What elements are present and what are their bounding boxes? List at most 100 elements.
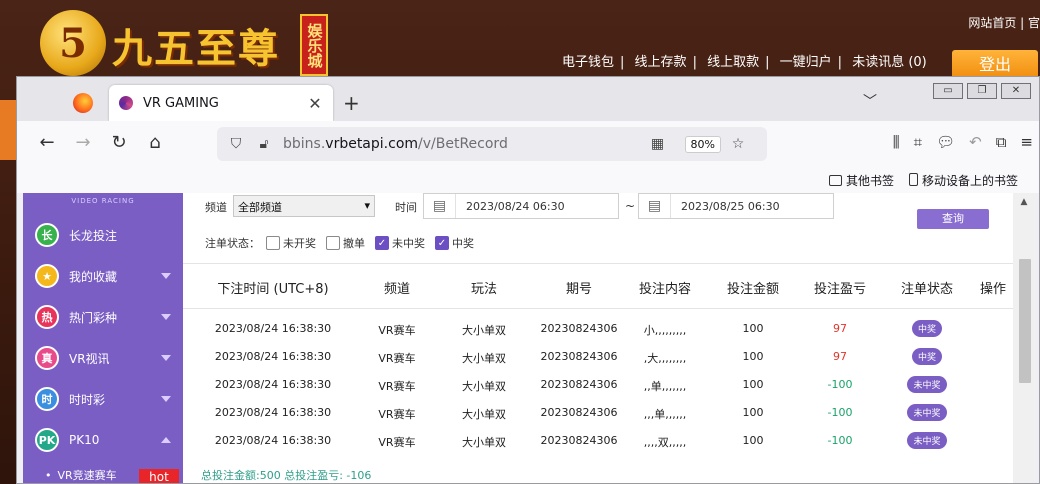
table-header: 下注时间 (UTC+8) 频道 玩法 期号 投注内容 投注金额 投注盈亏 注单状态 操作 bbox=[183, 263, 1013, 309]
chat-icon[interactable]: 💬︎ bbox=[936, 133, 955, 151]
reload-icon[interactable]: ↻ bbox=[107, 132, 131, 153]
list-tabs-icon[interactable]: ﹀ bbox=[863, 91, 877, 111]
query-button[interactable]: 查询 bbox=[917, 209, 989, 229]
cell-issue: 20230824306 bbox=[540, 406, 618, 419]
url-bar[interactable]: ⛉ 🔓︎ bbins.vrbetapi.com/v/BetRecord ▦ 80… bbox=[217, 127, 767, 161]
sidebar-item-label: PK10 bbox=[69, 433, 100, 447]
bet-record-table: 下注时间 (UTC+8) 频道 玩法 期号 投注内容 投注金额 投注盈亏 注单状态 操作 202… bbox=[183, 263, 1013, 483]
tab-vr-gaming[interactable]: VR GAMING ✕ bbox=[109, 85, 333, 121]
zoom-level-badge[interactable]: 80% bbox=[684, 135, 721, 153]
cell-channel: VR赛车 bbox=[378, 380, 416, 393]
sidebar-item-5[interactable]: PK PK10 bbox=[23, 420, 183, 460]
status-checkbox-1[interactable]: 撤单 bbox=[326, 235, 365, 251]
cell-play: 大小单双 bbox=[462, 380, 506, 393]
cell-pnl: -100 bbox=[827, 434, 853, 447]
vertical-scrollbar[interactable]: ▲ bbox=[1013, 193, 1035, 483]
calendar-icon[interactable]: ▤ bbox=[639, 194, 671, 218]
bookmark-mobile[interactable]: 移动设备上的书签 bbox=[909, 172, 1018, 189]
status-cell: 未中奖 bbox=[887, 376, 967, 393]
undo-icon[interactable]: ↶ bbox=[969, 133, 982, 151]
status-checkbox-3[interactable]: ✓ 中奖 bbox=[435, 235, 474, 251]
nav-link-consolidate[interactable]: 一键归户 bbox=[780, 55, 832, 70]
sidebar-item-0[interactable]: 长长龙投注 bbox=[23, 215, 183, 255]
nav-link-wallet[interactable]: 电子钱包 bbox=[562, 55, 614, 70]
minimize-icon[interactable]: ▭ bbox=[933, 83, 963, 99]
cell-play: 大小单双 bbox=[462, 324, 506, 337]
cell-issue: 20230824306 bbox=[540, 322, 618, 335]
qr-code-icon[interactable]: ▦ bbox=[649, 135, 667, 153]
cell-amount: 100 bbox=[742, 378, 764, 391]
page-content: VIDEO RACING 长长龙投注 ★ 我的收藏热热门彩种真 VR视讯时时时彩 PK P… bbox=[23, 193, 1035, 483]
sidebar-item-icon: ★ bbox=[35, 264, 59, 288]
chevron-down-icon[interactable] bbox=[161, 396, 171, 402]
bet-summary: 总投注金额:500 总投注盈亏: -106 bbox=[201, 469, 372, 482]
date-from-field[interactable]: ▤ 2023/08/24 06:30 bbox=[423, 193, 619, 219]
chevron-up-icon[interactable] bbox=[161, 437, 171, 443]
table-row: 2023/08/24 16:38:30 VR赛车 大小单双 20230824306,,… bbox=[183, 371, 1013, 399]
chevron-down-icon[interactable] bbox=[161, 314, 171, 320]
status-badge: 未中奖 bbox=[907, 376, 947, 393]
sidebar-item-1[interactable]: ★ 我的收藏 bbox=[23, 256, 183, 296]
chevron-down-icon[interactable] bbox=[161, 355, 171, 361]
sidebar-item-icon: 真 bbox=[35, 346, 59, 370]
checkbox-empty-icon[interactable] bbox=[266, 236, 280, 250]
filter-panel: 频道 全部频道 时间 ▤ 2023/08/24 06:30 ~ ▤ 2023/0… bbox=[183, 193, 1013, 263]
cell-content: 小,,,,,,,,, bbox=[643, 324, 687, 337]
site-top-links[interactable]: 网站首页 | 官 bbox=[968, 14, 1040, 31]
firefox-icon[interactable] bbox=[73, 93, 93, 113]
extensions-icon[interactable]: ⧉ bbox=[996, 133, 1007, 151]
cell-amount: 100 bbox=[742, 434, 764, 447]
table-row: 2023/08/24 16:38:30 VR赛车 大小单双 20230824306,,… bbox=[183, 399, 1013, 427]
url-text[interactable]: bbins.vrbetapi.com/v/BetRecord bbox=[283, 136, 649, 152]
site-logo-icon: 5 bbox=[40, 10, 106, 76]
cell-pnl: -100 bbox=[827, 378, 853, 391]
checkbox-checked-icon[interactable]: ✓ bbox=[375, 236, 389, 250]
menu-icon[interactable]: ≡ bbox=[1020, 133, 1033, 151]
checkbox-empty-icon[interactable] bbox=[326, 236, 340, 250]
window-close-icon[interactable]: ✕ bbox=[1001, 83, 1031, 99]
status-checkbox-0[interactable]: 未开奖 bbox=[266, 235, 316, 251]
bookmark-star-icon[interactable]: ☆ bbox=[729, 135, 747, 153]
nav-link-withdraw[interactable]: 线上取款 bbox=[707, 55, 759, 70]
maximize-icon[interactable]: ❐ bbox=[967, 83, 997, 99]
sidebar-item-label: 时时彩 bbox=[69, 392, 106, 407]
sidebar-item-icon: 时 bbox=[35, 387, 59, 411]
sidebar-brand: VIDEO RACING bbox=[71, 197, 135, 205]
date-to-value: 2023/08/25 06:30 bbox=[681, 199, 780, 213]
status-cell: 未中奖 bbox=[887, 432, 967, 449]
table-row: 2023/08/24 16:38:30 VR赛车 大小单双 20230824306 小,… bbox=[183, 315, 1013, 343]
cell-time: 2023/08/24 16:38:30 bbox=[214, 406, 332, 419]
sidebar-item-4[interactable]: 时时时彩 bbox=[23, 379, 183, 419]
nav-link-deposit[interactable]: 线上存款 bbox=[635, 55, 687, 70]
browser-window: VR GAMING ✕ + ﹀ ▭ ❐ ✕ ← → ↻ ⌂ ⛉ 🔓︎ bbins… bbox=[16, 76, 1040, 484]
sidebar-item-3[interactable]: 真 VR视讯 bbox=[23, 338, 183, 378]
status-checkbox-2[interactable]: ✓ 未中奖 bbox=[375, 235, 425, 251]
bookmark-other[interactable]: 其他书签 bbox=[829, 172, 894, 189]
folder-icon bbox=[829, 175, 842, 186]
cell-channel: VR赛车 bbox=[378, 436, 416, 449]
date-to-field[interactable]: ▤ 2023/08/25 06:30 bbox=[638, 193, 834, 219]
tab-close-icon[interactable]: ✕ bbox=[307, 94, 323, 113]
home-icon[interactable]: ⌂ bbox=[143, 132, 167, 153]
shield-icon[interactable]: ⛉ bbox=[227, 135, 245, 153]
column-header-0: 下注时间 (UTC+8) bbox=[217, 282, 329, 297]
scroll-up-icon[interactable]: ▲ bbox=[1013, 197, 1035, 207]
nav-link-messages[interactable]: 未读讯息 (0) bbox=[852, 55, 927, 70]
back-icon[interactable]: ← bbox=[35, 132, 59, 153]
column-header-4: 投注内容 bbox=[638, 282, 691, 297]
new-tab-icon[interactable]: + bbox=[343, 91, 360, 115]
sidebar-item-icon: PK bbox=[35, 428, 59, 452]
forward-icon[interactable]: → bbox=[71, 132, 95, 153]
checkbox-checked-icon[interactable]: ✓ bbox=[435, 236, 449, 250]
cell-issue: 20230824306 bbox=[540, 378, 618, 391]
screenshot-icon[interactable]: ⌗ bbox=[914, 133, 922, 151]
calendar-icon[interactable]: ▤ bbox=[424, 194, 456, 218]
status-filter-row: 注单状态： 未开奖 撤单 ✓ 未中奖 ✓ 中奖 bbox=[205, 235, 484, 251]
chevron-down-icon[interactable] bbox=[161, 273, 171, 279]
scrollbar-thumb[interactable] bbox=[1019, 259, 1031, 383]
channel-select[interactable]: 全部频道 bbox=[233, 195, 375, 217]
cell-issue: 20230824306 bbox=[540, 434, 618, 447]
sidebar-item-2[interactable]: 热热门彩种 bbox=[23, 297, 183, 337]
lock-warning-icon[interactable]: 🔓︎ bbox=[255, 135, 273, 153]
library-icon[interactable]: ⫼ bbox=[893, 133, 900, 151]
